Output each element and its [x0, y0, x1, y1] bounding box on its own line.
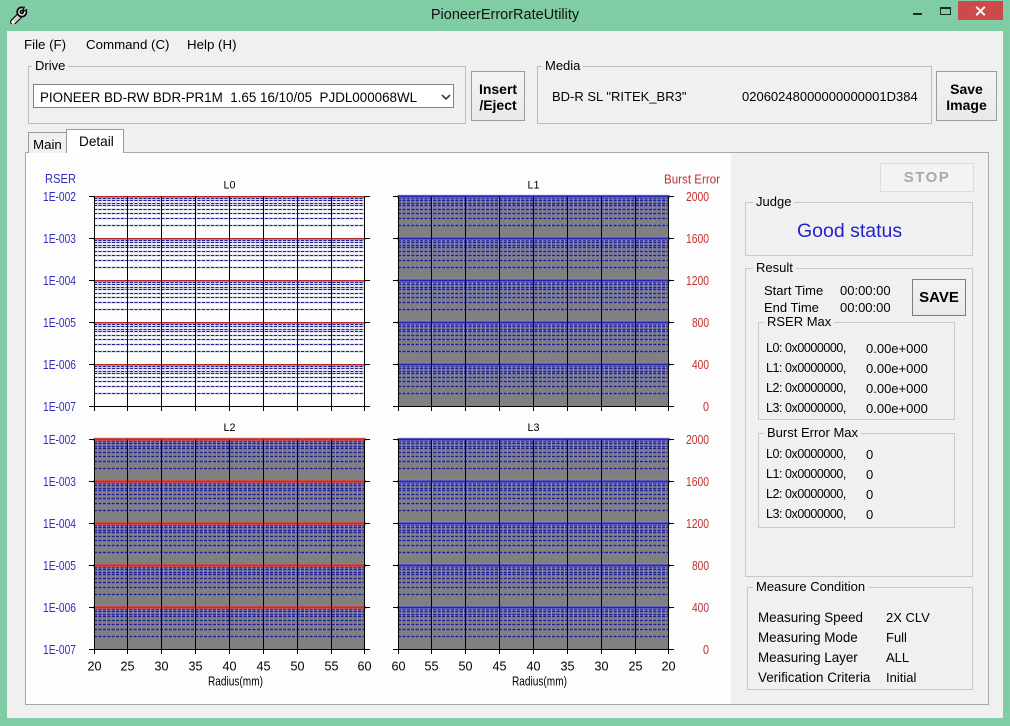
- svg-text:L1: L1: [528, 180, 540, 192]
- svg-text:60: 60: [392, 659, 406, 674]
- svg-text:1E-005: 1E-005: [43, 558, 76, 573]
- svg-text:50: 50: [291, 659, 305, 674]
- svg-text:0: 0: [703, 642, 709, 657]
- svg-text:40: 40: [223, 659, 237, 674]
- svg-text:35: 35: [189, 659, 203, 674]
- svg-text:60: 60: [358, 659, 372, 674]
- svg-text:1E-007: 1E-007: [43, 399, 76, 414]
- svg-text:20: 20: [88, 659, 102, 674]
- svg-text:1E-002: 1E-002: [43, 189, 76, 204]
- svg-text:35: 35: [561, 659, 575, 674]
- svg-text:1E-006: 1E-006: [43, 600, 76, 615]
- svg-text:1E-003: 1E-003: [43, 474, 76, 489]
- svg-text:40: 40: [527, 659, 541, 674]
- svg-text:L0: L0: [224, 180, 236, 192]
- svg-text:45: 45: [493, 659, 507, 674]
- svg-text:RSER: RSER: [45, 171, 76, 186]
- svg-text:1E-007: 1E-007: [43, 642, 76, 657]
- svg-text:25: 25: [121, 659, 135, 674]
- svg-text:20: 20: [662, 659, 676, 674]
- svg-text:Radius(mm): Radius(mm): [208, 674, 263, 689]
- svg-text:1200: 1200: [686, 273, 709, 288]
- svg-text:55: 55: [325, 659, 339, 674]
- svg-text:Burst Error: Burst Error: [664, 172, 721, 187]
- svg-text:L3: L3: [528, 422, 540, 434]
- svg-text:1E-003: 1E-003: [43, 231, 76, 246]
- svg-text:1600: 1600: [686, 474, 709, 489]
- svg-text:1E-004: 1E-004: [43, 273, 76, 288]
- svg-text:55: 55: [425, 659, 439, 674]
- svg-text:30: 30: [595, 659, 609, 674]
- svg-text:45: 45: [257, 659, 271, 674]
- svg-text:0: 0: [703, 399, 709, 414]
- svg-text:400: 400: [692, 600, 709, 615]
- svg-text:2000: 2000: [686, 432, 709, 447]
- svg-text:Radius(mm): Radius(mm): [512, 674, 567, 689]
- svg-text:800: 800: [692, 315, 709, 330]
- svg-text:50: 50: [459, 659, 473, 674]
- svg-text:1E-004: 1E-004: [43, 516, 76, 531]
- svg-text:L2: L2: [224, 422, 236, 434]
- svg-text:30: 30: [155, 659, 169, 674]
- svg-text:1E-002: 1E-002: [43, 432, 76, 447]
- svg-text:2000: 2000: [686, 189, 709, 204]
- svg-text:25: 25: [629, 659, 643, 674]
- svg-text:400: 400: [692, 357, 709, 372]
- svg-text:1E-006: 1E-006: [43, 357, 76, 372]
- svg-text:1E-005: 1E-005: [43, 315, 76, 330]
- svg-text:1600: 1600: [686, 231, 709, 246]
- svg-text:1200: 1200: [686, 516, 709, 531]
- svg-text:800: 800: [692, 558, 709, 573]
